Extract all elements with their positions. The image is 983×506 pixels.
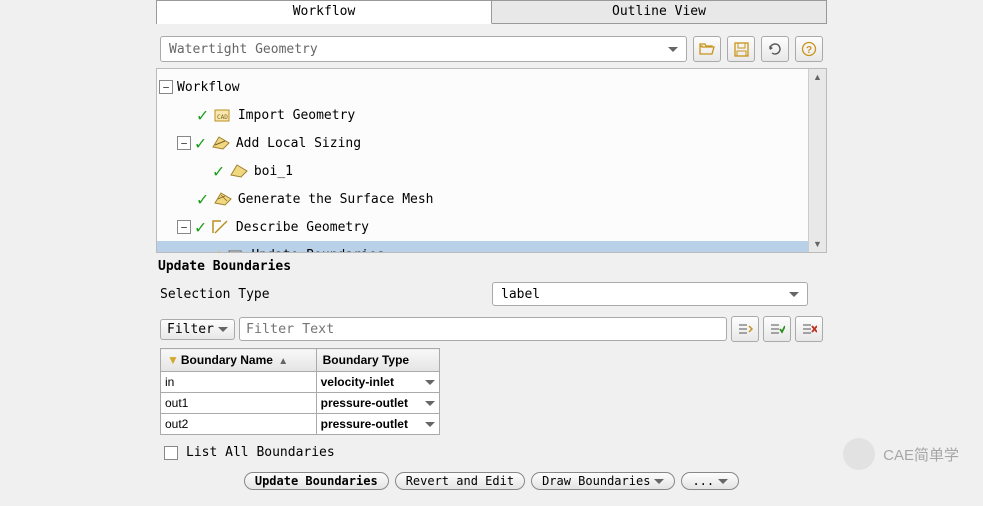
check-icon: ✓ <box>197 105 208 126</box>
refresh-icon <box>767 42 783 56</box>
check-icon: ✓ <box>195 133 206 154</box>
check-icon: ✓ <box>213 161 224 182</box>
more-actions-button[interactable]: ... <box>681 472 739 490</box>
chevron-down-icon <box>718 479 728 484</box>
section-title: Update Boundaries <box>156 253 827 276</box>
filter-button[interactable]: Filter <box>160 319 235 340</box>
collapse-icon[interactable]: − <box>159 80 173 94</box>
mesh-icon <box>212 190 234 208</box>
svg-text:?: ? <box>806 45 812 56</box>
boundary-name-cell: out1 <box>161 393 317 414</box>
selection-type-row: Selection Type label <box>156 276 827 312</box>
boundary-name-cell: out2 <box>161 414 317 435</box>
chevron-down-icon <box>668 47 678 52</box>
tree-scrollbar[interactable]: ▲ ▼ <box>808 69 826 252</box>
boundary-name-cell: in <box>161 372 317 393</box>
table-row[interactable]: out1 pressure-outlet <box>161 393 440 414</box>
scroll-up-icon: ▲ <box>809 69 826 85</box>
table-row[interactable]: in velocity-inlet <box>161 372 440 393</box>
tree-item-label: Update Boundaries <box>251 248 384 253</box>
select-all-button[interactable] <box>731 316 759 342</box>
wechat-icon <box>843 438 875 470</box>
tree-item-describe-geometry[interactable]: − ✓ Describe Geometry <box>157 213 808 241</box>
save-icon <box>734 42 749 57</box>
col-boundary-name[interactable]: ▼Boundary Name ▲ <box>161 349 317 372</box>
list-all-label: List All Boundaries <box>186 445 335 460</box>
selection-type-label: Selection Type <box>160 287 480 302</box>
check-list-button[interactable] <box>763 316 791 342</box>
sizing-icon <box>210 134 232 152</box>
col-boundary-type[interactable]: Boundary Type <box>316 349 439 372</box>
update-boundaries-button[interactable]: Update Boundaries <box>244 472 389 490</box>
tree-item-surface-mesh[interactable]: ✓ Generate the Surface Mesh <box>157 185 808 213</box>
workflow-type-value: Watertight Geometry <box>169 42 318 57</box>
chevron-down-icon <box>789 292 799 297</box>
filter-label: Filter <box>167 322 214 337</box>
chevron-down-icon <box>425 401 435 406</box>
check-icon: ✓ <box>195 217 206 238</box>
tree-item-label: boi_1 <box>254 164 293 179</box>
boundary-type-cell[interactable]: pressure-outlet <box>316 393 439 414</box>
sort-icon: ▲ <box>278 356 288 367</box>
selection-type-select[interactable]: label <box>492 282 808 306</box>
geometry-icon: CAD <box>212 106 234 124</box>
list-check-icon <box>769 322 785 336</box>
selection-type-value: label <box>501 287 540 302</box>
tree-item-update-boundaries[interactable]: ⚡ Update Boundaries <box>157 241 808 252</box>
list-clear-icon <box>801 322 817 336</box>
clear-list-button[interactable] <box>795 316 823 342</box>
boundaries-icon <box>225 246 247 252</box>
refresh-button[interactable] <box>761 36 789 62</box>
list-all-checkbox[interactable] <box>164 446 178 460</box>
tree-item-label: Import Geometry <box>238 108 355 123</box>
watermark: CAE简单学 <box>843 438 959 470</box>
action-buttons: Update Boundaries Revert and Edit Draw B… <box>156 468 827 492</box>
filter-text-input[interactable] <box>239 317 727 341</box>
scroll-down-icon: ▼ <box>809 236 826 252</box>
tree-root-label: Workflow <box>177 80 240 95</box>
list-arrow-icon <box>737 322 753 336</box>
tree-item-label: Generate the Surface Mesh <box>238 192 434 207</box>
boundary-table: ▼Boundary Name ▲ Boundary Type in veloci… <box>160 348 440 435</box>
watermark-text: CAE简单学 <box>883 444 959 465</box>
funnel-icon: ▼ <box>167 353 179 367</box>
draw-boundaries-button[interactable]: Draw Boundaries <box>531 472 675 490</box>
svg-text:CAD: CAD <box>217 114 228 121</box>
chevron-down-icon <box>425 380 435 385</box>
check-icon: ✓ <box>197 189 208 210</box>
tree-item-import-geometry[interactable]: ✓ CAD Import Geometry <box>157 101 808 129</box>
list-all-row: List All Boundaries <box>156 437 827 468</box>
table-row[interactable]: out2 pressure-outlet <box>161 414 440 435</box>
chevron-down-icon <box>425 422 435 427</box>
folder-open-icon <box>699 42 715 56</box>
help-button[interactable]: ? <box>795 36 823 62</box>
tree-item-boi1[interactable]: ✓ boi_1 <box>157 157 808 185</box>
lightning-icon: ⚡ <box>213 247 221 252</box>
tab-outline-view[interactable]: Outline View <box>492 0 827 24</box>
collapse-icon[interactable]: − <box>177 136 191 150</box>
save-button[interactable] <box>727 36 755 62</box>
chevron-down-icon <box>218 327 228 332</box>
open-folder-button[interactable] <box>693 36 721 62</box>
workflow-tree-panel: − Workflow ✓ CAD Import Geometry − ✓ Add… <box>156 68 827 253</box>
tree-item-label: Describe Geometry <box>236 220 369 235</box>
boi-icon <box>228 162 250 180</box>
revert-edit-button[interactable]: Revert and Edit <box>395 472 525 490</box>
boundary-type-cell[interactable]: velocity-inlet <box>316 372 439 393</box>
tree-item-local-sizing[interactable]: − ✓ Add Local Sizing <box>157 129 808 157</box>
workflow-type-select[interactable]: Watertight Geometry <box>160 36 687 62</box>
collapse-icon[interactable]: − <box>177 220 191 234</box>
describe-icon <box>210 218 232 236</box>
tree-item-label: Add Local Sizing <box>236 136 361 151</box>
help-icon: ? <box>801 41 817 57</box>
chevron-down-icon <box>654 479 664 484</box>
filter-row: Filter <box>156 312 827 346</box>
tab-workflow[interactable]: Workflow <box>157 0 492 24</box>
workflow-toolbar: Watertight Geometry ? <box>156 24 827 68</box>
tree-root[interactable]: − Workflow <box>157 73 808 101</box>
top-tabs: Workflow Outline View <box>156 0 827 24</box>
boundary-type-cell[interactable]: pressure-outlet <box>316 414 439 435</box>
boundary-table-wrap: ▼Boundary Name ▲ Boundary Type in veloci… <box>156 346 827 437</box>
